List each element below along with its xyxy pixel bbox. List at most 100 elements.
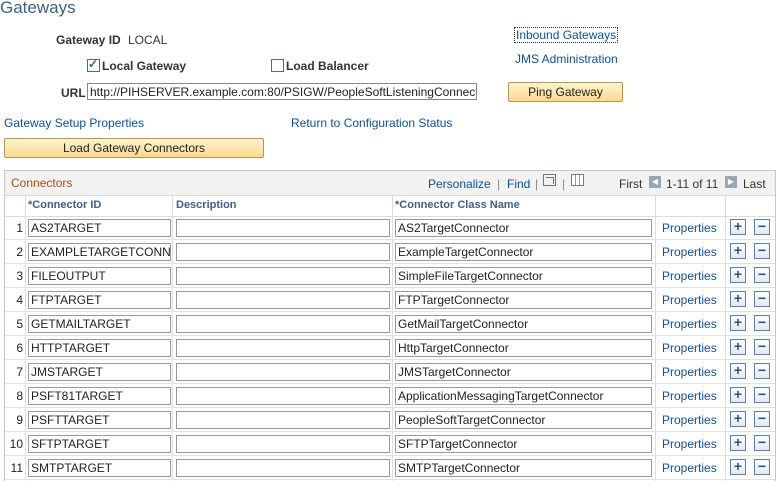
description-input[interactable] — [176, 315, 390, 333]
table-row: 6 HTTPTARGET HttpTargetConnector Properties… — [5, 336, 775, 360]
last-label[interactable]: Last — [743, 177, 766, 191]
connector-class-input[interactable]: PeopleSoftTargetConnector — [395, 411, 652, 429]
add-row-icon[interactable]: + — [730, 339, 746, 355]
delete-row-icon[interactable]: − — [754, 411, 770, 427]
local-gateway-checkbox[interactable]: Local Gateway — [87, 57, 186, 73]
connector-class-input[interactable]: JMSTargetConnector — [395, 363, 652, 381]
properties-link[interactable]: Properties — [662, 317, 717, 331]
checkbox-checked-icon[interactable] — [87, 57, 100, 72]
delete-row-icon[interactable]: − — [754, 339, 770, 355]
connector-id-input[interactable]: JMSTARGET — [28, 363, 171, 381]
table-row: 11 SMTPTARGET SMTPTargetConnector Propertie… — [5, 456, 775, 480]
table-row: 4 FTPTARGET FTPTargetConnector Properties + − — [5, 288, 775, 312]
add-row-icon[interactable]: + — [730, 387, 746, 403]
connector-class-input[interactable]: HttpTargetConnector — [395, 339, 652, 357]
url-input[interactable]: http://PIHSERVER.example.com:80/PSIGW/Pe… — [87, 83, 477, 100]
connector-id-input[interactable]: HTTPTARGET — [28, 339, 171, 357]
properties-link[interactable]: Properties — [662, 269, 717, 283]
description-input[interactable] — [176, 363, 390, 381]
connector-class-input[interactable]: AS2TargetConnector — [395, 219, 652, 237]
find-link[interactable]: Find — [507, 177, 530, 191]
delete-row-icon[interactable]: − — [754, 459, 770, 475]
connector-class-input[interactable]: SimpleFileTargetConnector — [395, 267, 652, 285]
row-number: 2 — [16, 245, 23, 259]
delete-row-icon[interactable]: − — [754, 267, 770, 283]
row-number: 11 — [10, 461, 23, 475]
description-input[interactable] — [176, 291, 390, 309]
description-input[interactable] — [176, 243, 390, 261]
properties-link[interactable]: Properties — [662, 221, 717, 235]
gateway-setup-properties-link[interactable]: Gateway Setup Properties — [4, 116, 144, 130]
description-input[interactable] — [176, 387, 390, 405]
properties-link[interactable]: Properties — [662, 461, 717, 475]
connector-class-input[interactable]: GetMailTargetConnector — [395, 315, 652, 333]
add-row-icon[interactable]: + — [730, 435, 746, 451]
connector-id-input[interactable]: FILEOUTPUT — [28, 267, 171, 285]
connector-id-input[interactable]: PSFTTARGET — [28, 411, 171, 429]
add-row-icon[interactable]: + — [730, 363, 746, 379]
grid-title: Connectors — [11, 176, 73, 190]
next-arrow-icon[interactable]: ▶ — [725, 176, 737, 188]
add-row-icon[interactable]: + — [730, 315, 746, 331]
personalize-link[interactable]: Personalize — [428, 177, 491, 191]
add-row-icon[interactable]: + — [730, 267, 746, 283]
connector-id-input[interactable]: GETMAILTARGET — [28, 315, 171, 333]
separator: | — [535, 177, 539, 191]
connector-id-input[interactable]: EXAMPLETARGETCONNE — [28, 243, 171, 261]
connector-class-input[interactable]: SFTPTargetConnector — [395, 435, 652, 453]
col-header-connector-class: *Connector Class Name — [395, 199, 520, 211]
add-row-icon[interactable]: + — [730, 243, 746, 259]
connector-id-input[interactable]: SMTPTARGET — [28, 459, 171, 477]
connector-class-input[interactable]: FTPTargetConnector — [395, 291, 652, 309]
jms-administration-link[interactable]: JMS Administration — [515, 52, 618, 66]
row-number: 7 — [16, 365, 23, 379]
load-balancer-checkbox[interactable]: Load Balancer — [271, 59, 369, 73]
row-number: 9 — [16, 413, 23, 427]
properties-link[interactable]: Properties — [662, 341, 717, 355]
description-input[interactable] — [176, 459, 390, 477]
add-row-icon[interactable]: + — [730, 291, 746, 307]
inbound-gateways-link[interactable]: Inbound Gateways — [514, 27, 619, 43]
delete-row-icon[interactable]: − — [754, 219, 770, 235]
ping-gateway-button[interactable]: Ping Gateway — [508, 82, 623, 102]
table-row: 8 PSFT81TARGET ApplicationMessagingTargetC… — [5, 384, 775, 408]
delete-row-icon[interactable]: − — [754, 387, 770, 403]
return-to-configuration-status-link[interactable]: Return to Configuration Status — [291, 116, 452, 130]
properties-link[interactable]: Properties — [662, 245, 717, 259]
download-spreadsheet-icon[interactable] — [571, 174, 584, 186]
table-row: 9 PSFTTARGET PeopleSoftTargetConnector Prop… — [5, 408, 775, 432]
properties-link[interactable]: Properties — [662, 413, 717, 427]
properties-link[interactable]: Properties — [662, 365, 717, 379]
properties-link[interactable]: Properties — [662, 389, 717, 403]
description-input[interactable] — [176, 267, 390, 285]
connector-class-input[interactable]: SMTPTargetConnector — [395, 459, 652, 477]
delete-row-icon[interactable]: − — [754, 291, 770, 307]
connector-class-input[interactable]: ExampleTargetConnector — [395, 243, 652, 261]
connector-id-input[interactable]: FTPTARGET — [28, 291, 171, 309]
add-row-icon[interactable]: + — [730, 459, 746, 475]
delete-row-icon[interactable]: − — [754, 243, 770, 259]
connector-id-input[interactable]: AS2TARGET — [28, 219, 171, 237]
first-label[interactable]: First — [619, 177, 642, 191]
view-all-icon[interactable] — [543, 174, 556, 186]
delete-row-icon[interactable]: − — [754, 435, 770, 451]
table-row: 3 FILEOUTPUT SimpleFileTargetConnector Prop… — [5, 264, 775, 288]
add-row-icon[interactable]: + — [730, 411, 746, 427]
delete-row-icon[interactable]: − — [754, 315, 770, 331]
connector-class-input[interactable]: ApplicationMessagingTargetConnector — [395, 387, 652, 405]
properties-link[interactable]: Properties — [662, 437, 717, 451]
delete-row-icon[interactable]: − — [754, 363, 770, 379]
row-number: 5 — [16, 317, 23, 331]
connector-id-input[interactable]: PSFT81TARGET — [28, 387, 171, 405]
load-gateway-connectors-button[interactable]: Load Gateway Connectors — [4, 138, 264, 158]
description-input[interactable] — [176, 435, 390, 453]
description-input[interactable] — [176, 339, 390, 357]
description-input[interactable] — [176, 411, 390, 429]
properties-link[interactable]: Properties — [662, 293, 717, 307]
description-input[interactable] — [176, 219, 390, 237]
row-number: 4 — [16, 293, 23, 307]
connector-id-input[interactable]: SFTPTARGET — [28, 435, 171, 453]
checkbox-unchecked-icon[interactable] — [271, 59, 284, 72]
prev-arrow-icon[interactable]: ◀ — [649, 176, 661, 188]
add-row-icon[interactable]: + — [730, 219, 746, 235]
